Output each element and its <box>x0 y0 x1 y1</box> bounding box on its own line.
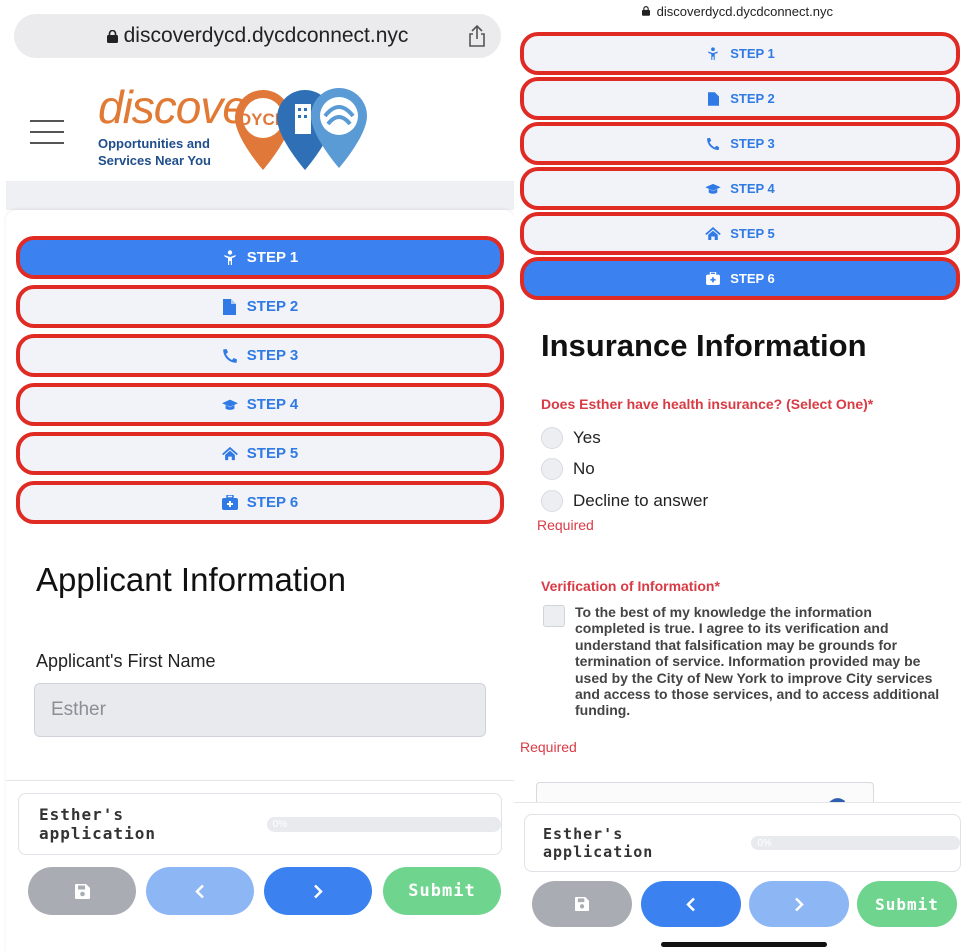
address-bar-compact[interactable]: discoverdycd.dycdconnect.nyc <box>514 4 961 19</box>
home-indicator <box>661 942 827 947</box>
phone-icon <box>705 136 721 152</box>
insurance-question-label: Does Esther have health insurance? (Sele… <box>541 396 874 412</box>
progress-bar: 0% <box>266 816 501 832</box>
previous-button[interactable] <box>146 867 254 915</box>
step-label: STEP 3 <box>246 347 299 364</box>
step-6-button[interactable]: STEP 6 <box>16 481 504 524</box>
map-pins-icon: DYCD <box>235 88 367 170</box>
step-2-button[interactable]: STEP 2 <box>16 285 504 328</box>
radio-label: No <box>573 459 595 478</box>
required-error-insurance: Required <box>537 517 594 533</box>
dycd-logo[interactable]: discover Opportunities and Services Near… <box>98 80 378 174</box>
medical-kit-icon <box>705 271 721 287</box>
chevron-left-icon <box>195 884 204 898</box>
child-icon <box>222 249 238 266</box>
step-label: STEP 5 <box>246 445 299 462</box>
section-title: Insurance Information <box>541 328 867 363</box>
radio-circle[interactable] <box>541 490 563 512</box>
step-nav-right: STEP 1 STEP 2 STEP 3 STEP 4 STEP 5 STEP … <box>520 32 960 302</box>
site-header: discover Opportunities and Services Near… <box>6 66 514 182</box>
step-1-button[interactable]: STEP 1 <box>520 32 960 75</box>
first-name-label: Applicant's First Name <box>36 651 216 671</box>
lock-icon <box>106 29 118 43</box>
verification-label: Verification of Information* <box>541 578 720 594</box>
save-button[interactable] <box>532 881 632 927</box>
application-progress-box: Esther's application 0% <box>524 814 961 872</box>
step-label: STEP 2 <box>730 91 775 106</box>
verification-checkbox[interactable] <box>543 605 565 627</box>
progress-percent: 0% <box>272 818 288 830</box>
file-icon <box>222 298 238 315</box>
step-4-button[interactable]: STEP 4 <box>520 167 960 210</box>
next-button[interactable] <box>749 881 849 927</box>
url-text: discoverdycd.dycdconnect.nyc <box>123 24 409 47</box>
hamburger-menu-icon[interactable] <box>30 120 64 146</box>
previous-button[interactable] <box>641 881 741 927</box>
step-5-button[interactable]: STEP 5 <box>520 212 960 255</box>
home-icon <box>705 226 722 242</box>
step-4-button[interactable]: STEP 4 <box>16 383 504 426</box>
chevron-right-icon <box>314 884 323 898</box>
application-progress-box: Esther's application 0% <box>18 793 502 855</box>
radio-label: Decline to answer <box>573 491 709 510</box>
graduation-cap-icon <box>705 181 721 197</box>
step-3-button[interactable]: STEP 3 <box>16 334 504 377</box>
radio-decline[interactable]: Decline to answer <box>541 490 708 512</box>
chevron-right-icon <box>795 897 804 911</box>
share-icon[interactable] <box>467 24 487 48</box>
step-6-button[interactable]: STEP 6 <box>520 257 960 300</box>
verification-text: To the best of my knowledge the informat… <box>575 604 940 719</box>
radio-label: Yes <box>573 428 601 447</box>
floppy-disk-icon <box>74 883 90 899</box>
file-icon <box>705 91 721 107</box>
step-label: STEP 3 <box>730 136 775 151</box>
graduation-cap-icon <box>221 397 238 413</box>
application-label: Esther's application <box>39 805 156 843</box>
address-bar[interactable]: discoverdycd.dycdconnect.nyc <box>14 14 501 58</box>
submit-button[interactable]: Submit <box>857 881 957 927</box>
progress-bar: 0% <box>751 836 960 850</box>
step-3-button[interactable]: STEP 3 <box>520 122 960 165</box>
step-label: STEP 2 <box>246 298 299 315</box>
chevron-left-icon <box>686 897 695 911</box>
step-nav-left: STEP 1 STEP 2 STEP 3 STEP 4 STEP 5 STEP … <box>16 236 504 530</box>
first-name-input[interactable]: Esther <box>34 683 486 737</box>
medical-kit-icon <box>221 495 238 511</box>
first-name-value: Esther <box>51 699 106 720</box>
radio-no[interactable]: No <box>541 458 595 480</box>
logo-tagline-2: Services Near You <box>98 153 211 168</box>
required-error-verification: Required <box>520 739 577 755</box>
application-label: Esther's application <box>543 825 654 861</box>
child-icon <box>705 46 721 62</box>
logo-tagline-1: Opportunities and <box>98 136 210 151</box>
radio-yes[interactable]: Yes <box>541 427 601 449</box>
home-icon <box>221 446 238 462</box>
radio-circle[interactable] <box>541 458 563 480</box>
step-5-button[interactable]: STEP 5 <box>16 432 504 475</box>
right-screen: discoverdycd.dycdconnect.nyc STEP 1 STEP… <box>514 0 961 952</box>
left-screen: discoverdycd.dycdconnect.nyc discover Op… <box>0 0 514 952</box>
header-divider-band <box>6 182 514 210</box>
save-button[interactable] <box>28 867 136 915</box>
step-label: STEP 1 <box>246 249 299 266</box>
lock-icon <box>642 6 651 16</box>
progress-percent: 0% <box>757 838 772 849</box>
submit-button[interactable]: Submit <box>383 867 501 915</box>
step-1-button[interactable]: STEP 1 <box>16 236 504 279</box>
next-button[interactable] <box>264 867 372 915</box>
phone-icon <box>222 348 238 364</box>
radio-circle[interactable] <box>541 427 563 449</box>
step-2-button[interactable]: STEP 2 <box>520 77 960 120</box>
step-label: STEP 5 <box>730 226 775 241</box>
step-label: STEP 4 <box>246 396 299 413</box>
page-title: Applicant Information <box>36 561 347 598</box>
step-label: STEP 4 <box>730 181 775 196</box>
step-label: STEP 1 <box>730 46 775 61</box>
url-text: discoverdycd.dycdconnect.nyc <box>656 4 833 19</box>
step-label: STEP 6 <box>246 494 299 511</box>
step-label: STEP 6 <box>730 271 775 286</box>
floppy-disk-icon <box>575 897 589 911</box>
